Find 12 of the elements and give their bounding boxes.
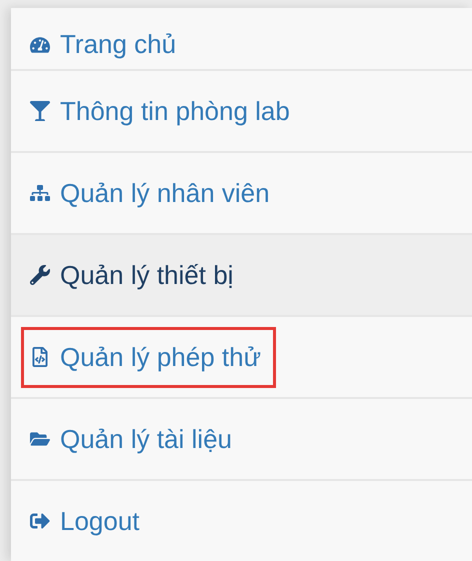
logout-icon: [30, 511, 50, 531]
menu-link[interactable]: Trang chủ: [21, 14, 192, 75]
wrench-icon: [30, 265, 50, 285]
menu-link[interactable]: Quản lý tài liệu: [21, 408, 247, 470]
menu-link[interactable]: Quản lý phép thử: [21, 326, 276, 388]
menu-link[interactable]: Quản lý thiết bị: [21, 244, 248, 306]
glass-icon: [30, 101, 50, 121]
gauge-icon: [30, 34, 50, 54]
menu-link[interactable]: Logout: [21, 490, 155, 552]
menu-link[interactable]: Thông tin phòng lab: [21, 80, 305, 142]
menu-link[interactable]: Quản lý nhân viên: [21, 162, 285, 224]
code-file-icon: [30, 347, 50, 367]
